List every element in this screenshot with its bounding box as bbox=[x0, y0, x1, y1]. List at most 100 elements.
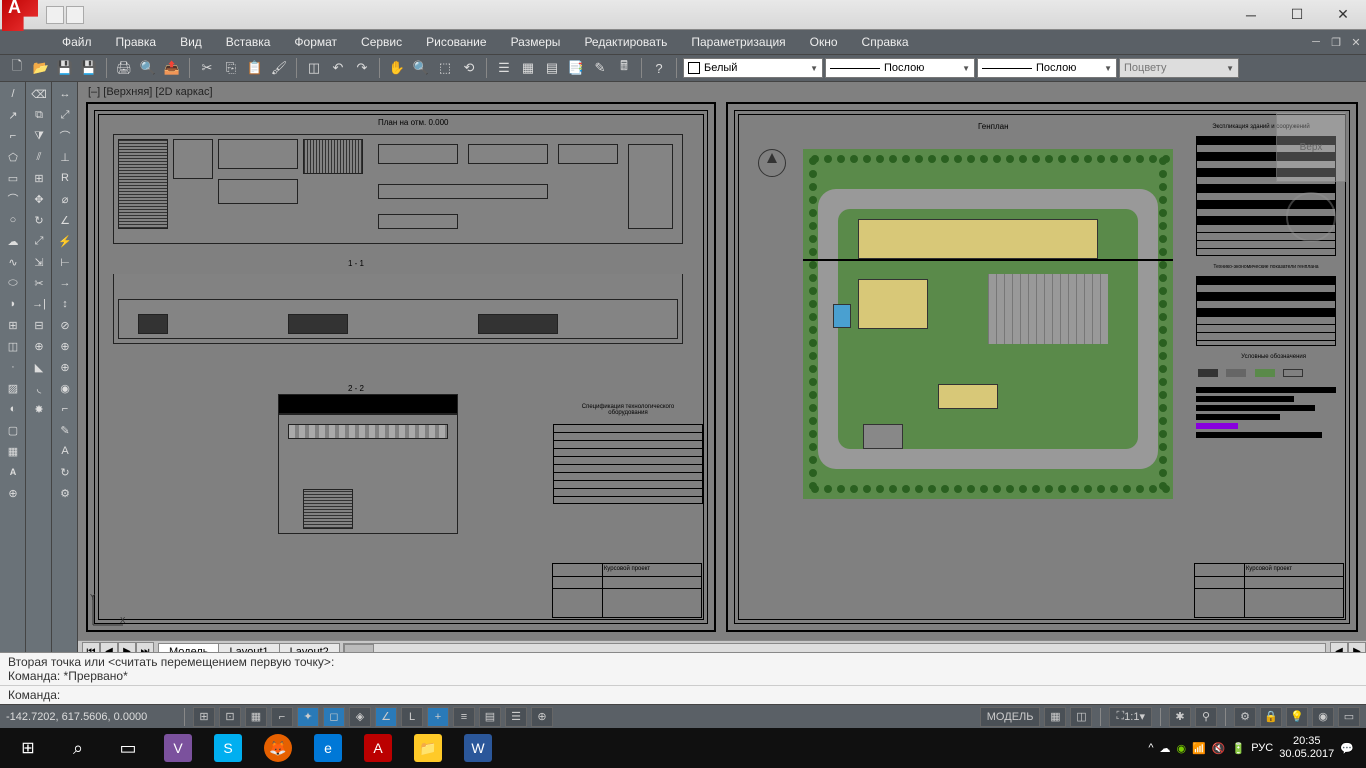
makeblock-icon[interactable]: ◫ bbox=[2, 336, 24, 356]
command-input[interactable] bbox=[64, 688, 1358, 702]
menu-edit[interactable]: Правка bbox=[104, 31, 169, 53]
app-viber[interactable]: V bbox=[154, 728, 202, 768]
doc-minimize-icon[interactable]: ─ bbox=[1306, 32, 1326, 52]
jogged-icon[interactable]: ⌐ bbox=[54, 399, 76, 419]
app-autocad[interactable]: A bbox=[354, 728, 402, 768]
app-menu-button[interactable] bbox=[2, 0, 38, 31]
inspect-icon[interactable]: ◉ bbox=[54, 378, 76, 398]
app-firefox[interactable]: 🦊 bbox=[254, 728, 302, 768]
scroll-left-icon[interactable]: ◀ bbox=[1330, 642, 1348, 652]
workspace-switch-icon[interactable]: ⚙ bbox=[1234, 707, 1256, 727]
osnap-icon[interactable]: ◻ bbox=[323, 707, 345, 727]
copy-icon[interactable]: ⎘ bbox=[220, 57, 242, 79]
rotate-icon[interactable]: ↻ bbox=[28, 210, 50, 230]
scroll-right-icon[interactable]: ▶ bbox=[1348, 642, 1366, 652]
move-icon[interactable]: ✥ bbox=[28, 189, 50, 209]
tray-onedrive-icon[interactable]: ☁ bbox=[1159, 742, 1170, 755]
paste-icon[interactable]: 📋 bbox=[244, 57, 266, 79]
sheetset-icon[interactable]: 📑 bbox=[565, 57, 587, 79]
region-icon[interactable]: ▢ bbox=[2, 420, 24, 440]
dim-space-icon[interactable]: ↕ bbox=[54, 294, 76, 314]
arc-icon[interactable]: ⌒ bbox=[2, 189, 24, 209]
dim-continue-icon[interactable]: → bbox=[54, 273, 76, 293]
quickcalc-icon[interactable]: 🖩 bbox=[613, 57, 635, 79]
tab-layout2[interactable]: Layout2 bbox=[279, 643, 340, 653]
viewcube[interactable]: Верх bbox=[1276, 112, 1346, 182]
block-icon[interactable]: ◫ bbox=[303, 57, 325, 79]
ellipse-icon[interactable]: ⬭ bbox=[2, 273, 24, 293]
copy-obj-icon[interactable]: ⧉ bbox=[28, 105, 50, 125]
qat-save-icon[interactable] bbox=[46, 6, 64, 24]
plot-icon[interactable]: 🖨 bbox=[113, 57, 135, 79]
color-dropdown[interactable]: Белый ▼ bbox=[683, 58, 823, 78]
zoom-icon[interactable]: 🔍 bbox=[410, 57, 432, 79]
tab-prev-icon[interactable]: ◀ bbox=[100, 642, 118, 652]
plotstyle-dropdown[interactable]: Поцвету ▼ bbox=[1119, 58, 1239, 78]
rectangle-icon[interactable]: ▭ bbox=[2, 168, 24, 188]
markup-icon[interactable]: ✎ bbox=[589, 57, 611, 79]
dim-angular-icon[interactable]: ∠ bbox=[54, 210, 76, 230]
dyn-icon[interactable]: + bbox=[427, 707, 449, 727]
menu-modify[interactable]: Редактировать bbox=[572, 31, 679, 53]
spline-icon[interactable]: ∿ bbox=[2, 252, 24, 272]
isolate-icon[interactable]: ◉ bbox=[1312, 707, 1334, 727]
minimize-button[interactable]: ─ bbox=[1228, 1, 1274, 29]
dim-linear-icon[interactable]: ↔ bbox=[54, 84, 76, 104]
dim-quick-icon[interactable]: ⚡ bbox=[54, 231, 76, 251]
coords-display[interactable]: -142.7202, 617.5606, 0.0000 bbox=[6, 711, 176, 723]
tab-first-icon[interactable]: ⏮ bbox=[82, 642, 100, 652]
extend-icon[interactable]: →| bbox=[28, 294, 50, 314]
zoom-window-icon[interactable]: ⬚ bbox=[434, 57, 456, 79]
qv-layouts-icon[interactable]: ◫ bbox=[1070, 707, 1092, 727]
hardware-accel-icon[interactable]: 💡 bbox=[1286, 707, 1308, 727]
doc-restore-icon[interactable]: ❐ bbox=[1326, 32, 1346, 52]
gradient-icon[interactable]: ◐ bbox=[2, 399, 24, 419]
center-icon[interactable]: ⊕ bbox=[54, 357, 76, 377]
designcenter-icon[interactable]: ▦ bbox=[517, 57, 539, 79]
line-icon[interactable]: / bbox=[2, 84, 24, 104]
hatch-icon[interactable]: ▨ bbox=[2, 378, 24, 398]
polyline-icon[interactable]: ⌐ bbox=[2, 126, 24, 146]
insert-icon[interactable]: ⊞ bbox=[2, 315, 24, 335]
grid-icon[interactable]: ▦ bbox=[245, 707, 267, 727]
viewport-label[interactable]: [–] [Верхняя] [2D каркас] bbox=[78, 82, 1366, 102]
erase-icon[interactable]: ⌫ bbox=[28, 84, 50, 104]
circle-icon[interactable]: ○ bbox=[2, 210, 24, 230]
close-button[interactable]: ✕ bbox=[1320, 1, 1366, 29]
horizontal-scrollbar[interactable] bbox=[343, 643, 1326, 652]
clean-screen-icon[interactable]: ▭ bbox=[1338, 707, 1360, 727]
app-explorer[interactable]: 📁 bbox=[404, 728, 452, 768]
qat-dropdown-icon[interactable] bbox=[66, 6, 84, 24]
doc-close-icon[interactable]: ✕ bbox=[1346, 32, 1366, 52]
xline-icon[interactable]: ↗ bbox=[2, 105, 24, 125]
menu-help[interactable]: Справка bbox=[850, 31, 921, 53]
menu-tools[interactable]: Сервис bbox=[349, 31, 414, 53]
ellipsearc-icon[interactable]: ◗ bbox=[2, 294, 24, 314]
tray-volume-icon[interactable]: 🔇 bbox=[1212, 742, 1226, 755]
lineweight-dropdown[interactable]: Послою ▼ bbox=[977, 58, 1117, 78]
grid-display-icon[interactable]: ▦ bbox=[1044, 707, 1066, 727]
matchprop-icon[interactable]: 🖌 bbox=[268, 57, 290, 79]
menu-view[interactable]: Вид bbox=[168, 31, 214, 53]
tpy-icon[interactable]: ▤ bbox=[479, 707, 501, 727]
dim-ordinate-icon[interactable]: ⊥ bbox=[54, 147, 76, 167]
otrack-icon[interactable]: ∠ bbox=[375, 707, 397, 727]
dimtedit-icon[interactable]: A bbox=[54, 441, 76, 461]
tray-eset-icon[interactable]: ◉ bbox=[1176, 742, 1186, 755]
tray-lang[interactable]: РУС bbox=[1251, 742, 1273, 754]
tray-notifications-icon[interactable]: 💬 bbox=[1340, 742, 1354, 755]
sc-icon[interactable]: ⊕ bbox=[531, 707, 553, 727]
tab-last-icon[interactable]: ⏭ bbox=[136, 642, 154, 652]
save-icon[interactable]: 💾 bbox=[54, 57, 76, 79]
menu-insert[interactable]: Вставка bbox=[214, 31, 283, 53]
cut-icon[interactable]: ✂ bbox=[196, 57, 218, 79]
menu-format[interactable]: Формат bbox=[282, 31, 349, 53]
help-icon[interactable]: ? bbox=[648, 57, 670, 79]
tolerance-icon[interactable]: ⊕ bbox=[54, 336, 76, 356]
array-icon[interactable]: ⊞ bbox=[28, 168, 50, 188]
dim-aligned-icon[interactable]: ⤢ bbox=[54, 105, 76, 125]
chamfer-icon[interactable]: ◣ bbox=[28, 357, 50, 377]
join-icon[interactable]: ⊕ bbox=[28, 336, 50, 356]
model-viewport[interactable]: Верх МСК План на отм. 0.000 bbox=[78, 102, 1366, 640]
dim-arc-icon[interactable]: ⌒ bbox=[54, 126, 76, 146]
